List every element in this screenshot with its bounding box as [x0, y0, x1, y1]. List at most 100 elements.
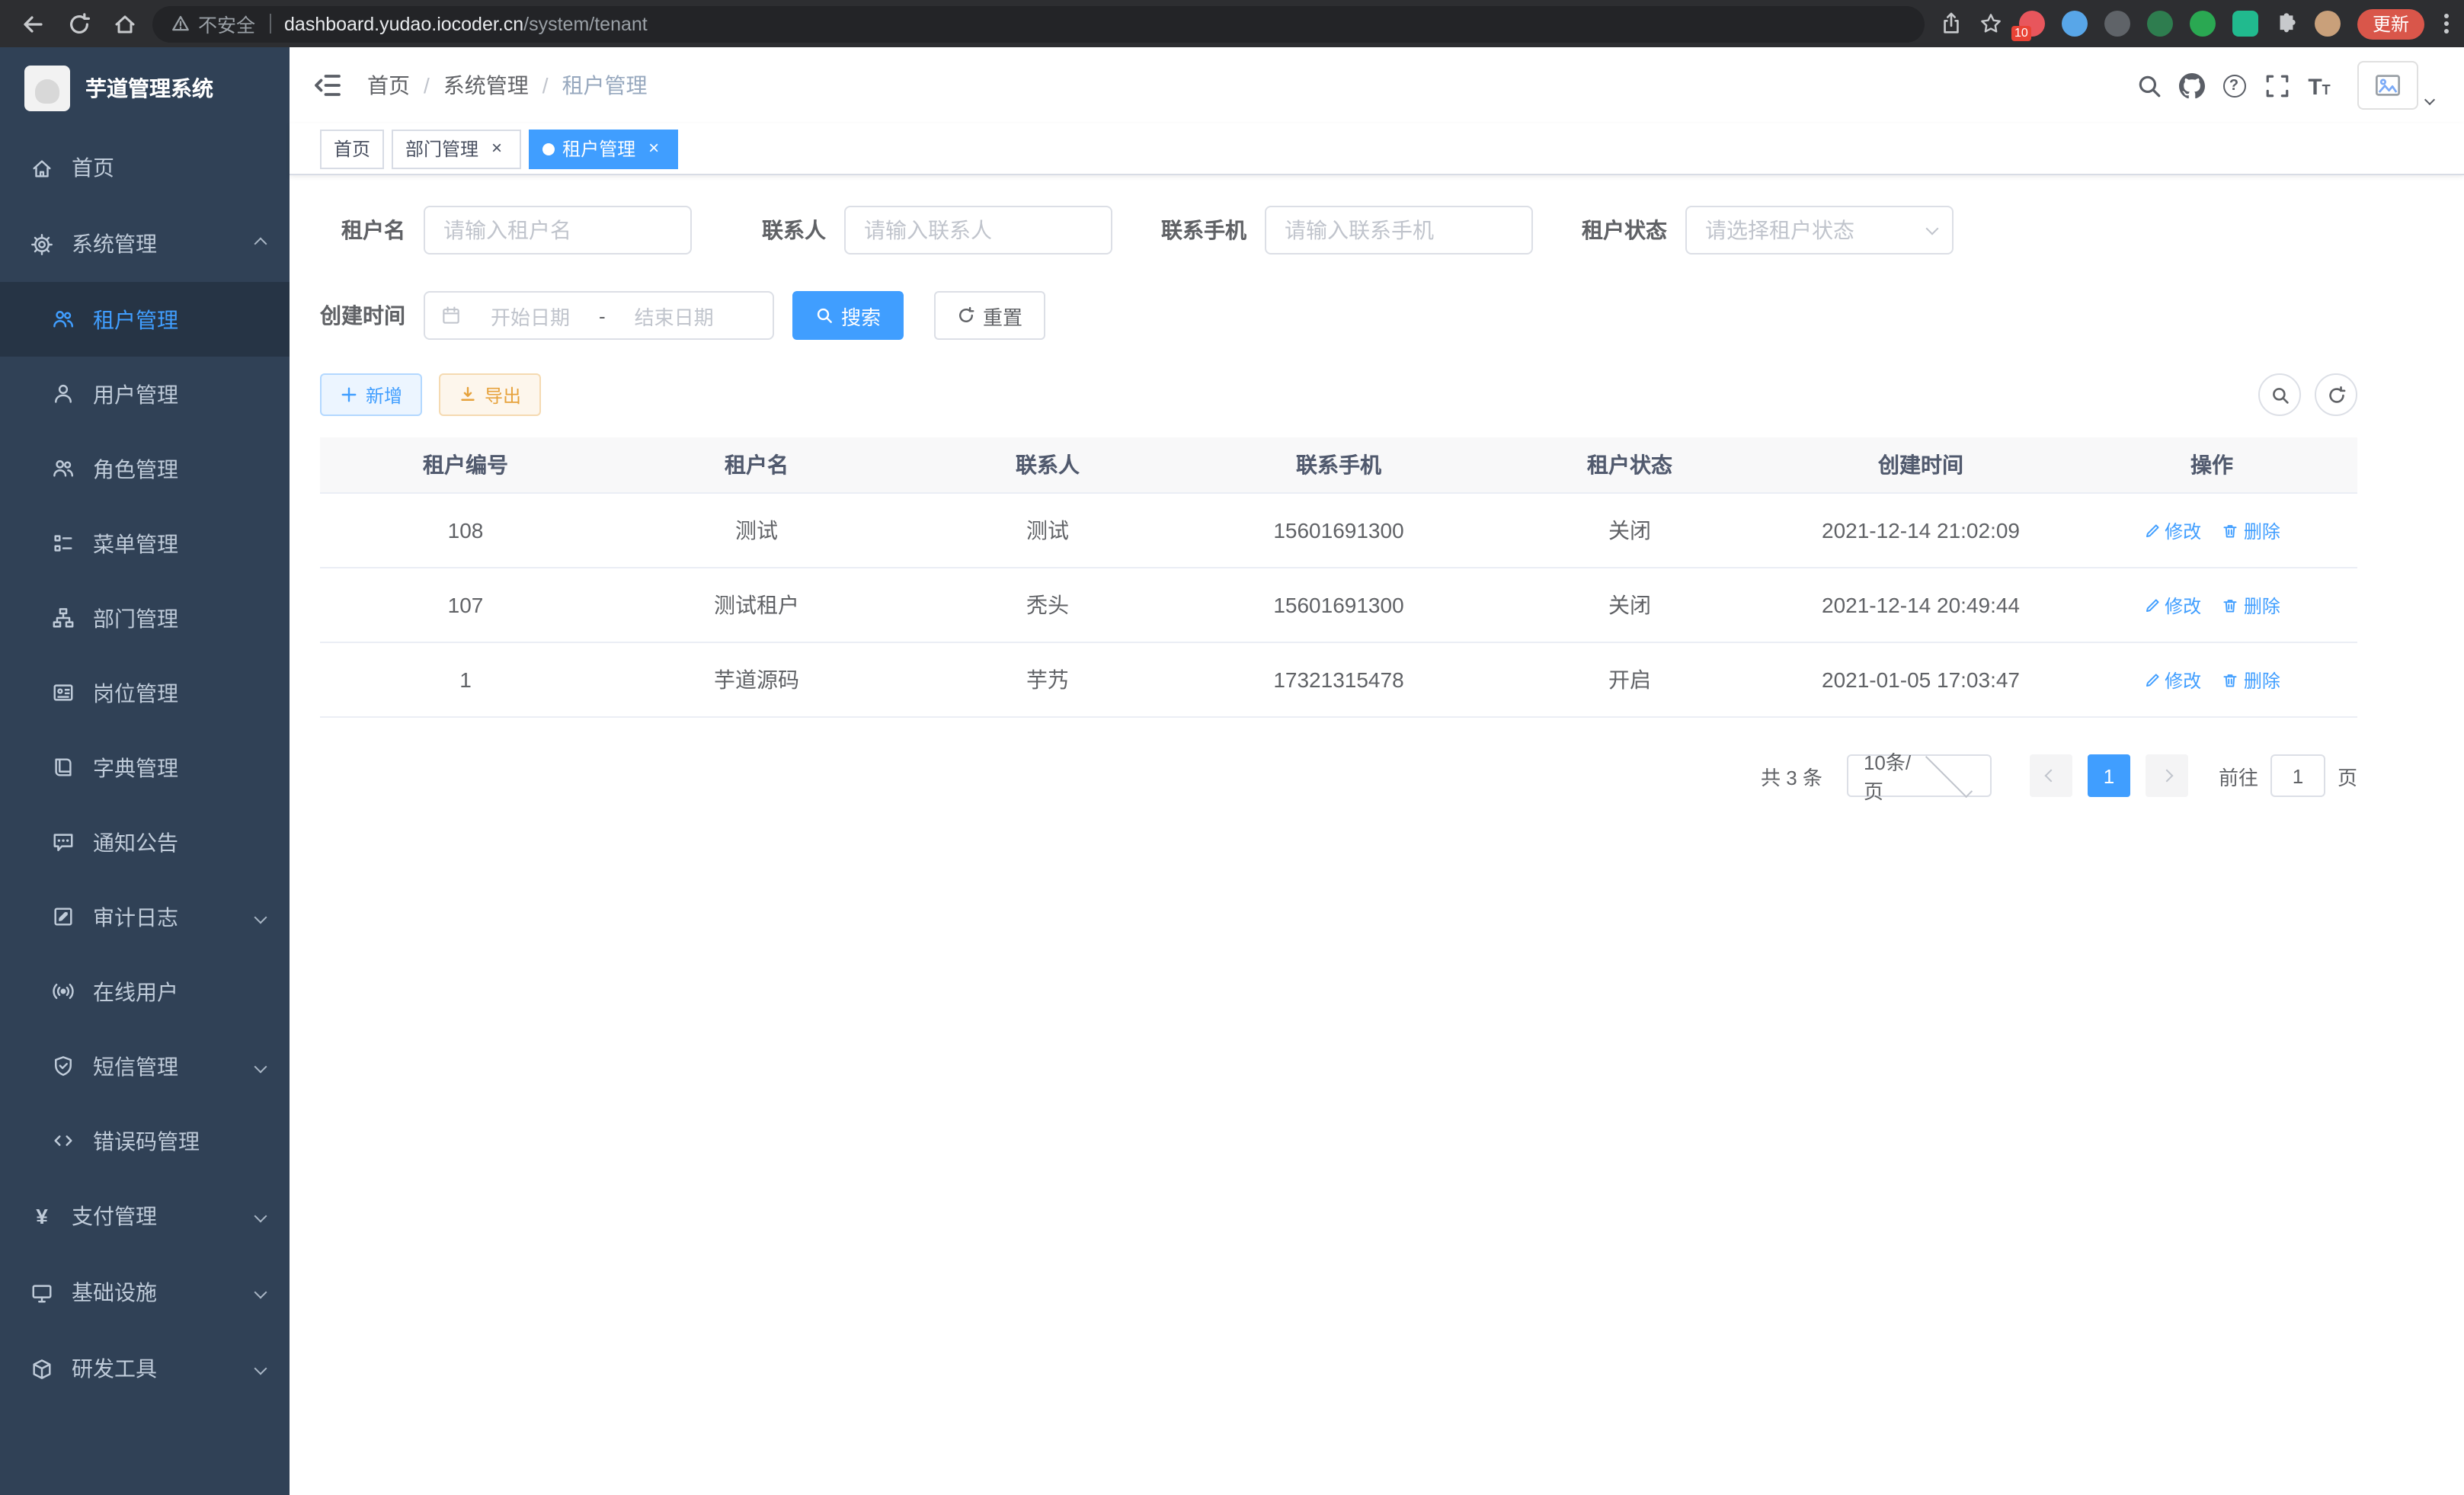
chevron-down-icon: [254, 1060, 267, 1073]
edit-icon: [2143, 597, 2160, 613]
fullscreen-icon[interactable]: [2263, 72, 2290, 99]
edit-link[interactable]: 修改: [2143, 667, 2201, 693]
extension-icon-2[interactable]: [2062, 11, 2088, 37]
phone-input[interactable]: [1265, 206, 1533, 255]
column-phone: 联系手机: [1193, 437, 1484, 493]
sidebar-item-menu[interactable]: 菜单管理: [0, 506, 290, 581]
extension-icon-6[interactable]: [2232, 11, 2258, 37]
delete-link[interactable]: 删除: [2222, 592, 2280, 618]
address-bar[interactable]: 不安全 dashboard.yudao.iocoder.cn/system/te…: [152, 5, 1925, 42]
user-avatar-menu[interactable]: [2357, 61, 2434, 110]
security-label[interactable]: 不安全: [198, 9, 255, 38]
extension-icon-4[interactable]: [2147, 11, 2173, 37]
page-label: 页: [2338, 761, 2357, 790]
pagination-total: 共 3 条: [1761, 761, 1822, 790]
header-search-icon[interactable]: [2135, 72, 2162, 99]
column-created: 创建时间: [1775, 437, 2066, 493]
chat-icon: [52, 831, 75, 853]
profile-avatar-icon[interactable]: [2315, 11, 2341, 37]
tab-dept[interactable]: 部门管理 ×: [392, 129, 521, 168]
sidebar-item-dept[interactable]: 部门管理: [0, 581, 290, 655]
extensions-puzzle-icon[interactable]: [2275, 12, 2298, 35]
refresh-table-button[interactable]: [2315, 373, 2357, 416]
github-icon[interactable]: [2178, 72, 2205, 99]
sidebar-item-home[interactable]: 首页: [0, 130, 290, 206]
toggle-search-button[interactable]: [2258, 373, 2301, 416]
close-icon[interactable]: ×: [486, 138, 507, 159]
browser-menu-icon[interactable]: [2444, 14, 2449, 34]
org-tree-icon: [52, 607, 75, 629]
chevron-down-icon: [254, 1210, 267, 1223]
gear-icon: [30, 232, 53, 255]
tenant-status-select[interactable]: 请选择租户状态: [1685, 206, 1954, 255]
goto-page-input[interactable]: [2270, 754, 2325, 797]
yen-icon: ¥: [30, 1205, 53, 1228]
edit-link[interactable]: 修改: [2143, 517, 2201, 543]
close-icon[interactable]: ×: [643, 138, 664, 159]
create-time-range-picker[interactable]: 开始日期 - 结束日期: [424, 291, 774, 340]
sidebar-item-devtools[interactable]: 研发工具: [0, 1330, 290, 1407]
reset-button[interactable]: 重置: [934, 291, 1045, 340]
tenant-name-input[interactable]: [424, 206, 692, 255]
extension-icon-3[interactable]: [2104, 11, 2130, 37]
next-page-button[interactable]: [2146, 754, 2188, 797]
contact-input[interactable]: [844, 206, 1112, 255]
phone-label: 联系手机: [1161, 215, 1265, 245]
breadcrumb-home[interactable]: 首页: [367, 70, 410, 101]
tab-home[interactable]: 首页: [320, 129, 384, 168]
sidebar-item-post[interactable]: 岗位管理: [0, 655, 290, 730]
add-button[interactable]: 新增: [320, 373, 422, 416]
app-logo[interactable]: 芋道管理系统: [0, 47, 290, 130]
sidebar-item-role[interactable]: 角色管理: [0, 431, 290, 506]
chevron-down-icon: [1925, 750, 1973, 797]
table-header-row: 租户编号 租户名 联系人 联系手机 租户状态 创建时间 操作: [320, 437, 2357, 493]
home-icon[interactable]: [113, 11, 137, 36]
download-icon: [459, 386, 477, 404]
page-number-button[interactable]: 1: [2088, 754, 2130, 797]
browser-toolbar: 不安全 dashboard.yudao.iocoder.cn/system/te…: [0, 0, 2464, 47]
sidebar-item-error-code[interactable]: 错误码管理: [0, 1103, 290, 1178]
help-icon[interactable]: ?: [2220, 72, 2248, 99]
page-size-select[interactable]: 10条/页: [1847, 754, 1992, 797]
refresh-icon: [957, 306, 975, 325]
reload-icon[interactable]: [67, 11, 91, 36]
sidebar-item-tenant[interactable]: 租户管理: [0, 282, 290, 357]
font-size-icon[interactable]: TT: [2306, 72, 2333, 99]
chevron-up-icon: [254, 238, 267, 251]
sidebar-item-audit-log[interactable]: 审计日志: [0, 879, 290, 954]
browser-update-button[interactable]: 更新: [2357, 8, 2424, 39]
breadcrumb-system[interactable]: 系统管理: [443, 70, 529, 101]
back-icon[interactable]: [21, 11, 46, 36]
edit-link[interactable]: 修改: [2143, 592, 2201, 618]
delete-link[interactable]: 删除: [2222, 667, 2280, 693]
sidebar-item-user[interactable]: 用户管理: [0, 357, 290, 431]
chevron-down-icon: [254, 911, 267, 924]
date-start-placeholder: 开始日期: [471, 301, 590, 330]
tabs-bar: 首页 部门管理 × 租户管理 ×: [290, 123, 2464, 175]
breadcrumb: 首页 / 系统管理 / 租户管理: [367, 70, 648, 101]
prev-page-button[interactable]: [2030, 754, 2072, 797]
page-content: 租户名 联系人 联系手机 租户状态 请选择租户状态: [290, 175, 2464, 1495]
sidebar-item-notice[interactable]: 通知公告: [0, 805, 290, 879]
bookmark-star-icon[interactable]: [1979, 12, 2002, 35]
chevron-down-icon: [254, 1286, 267, 1299]
extension-icon-1[interactable]: 10: [2019, 11, 2045, 37]
sidebar-item-dict[interactable]: 字典管理: [0, 730, 290, 805]
refresh-icon: [2326, 385, 2346, 405]
list-icon: [52, 532, 75, 555]
sidebar-item-payment[interactable]: ¥ 支付管理: [0, 1178, 290, 1254]
warning-icon: [171, 14, 190, 34]
tab-tenant[interactable]: 租户管理 ×: [529, 129, 678, 168]
sidebar-item-sms[interactable]: 短信管理: [0, 1029, 290, 1103]
sidebar-item-system[interactable]: 系统管理: [0, 206, 290, 282]
extension-icon-5[interactable]: [2190, 11, 2216, 37]
delete-link[interactable]: 删除: [2222, 517, 2280, 543]
hamburger-icon[interactable]: [312, 70, 343, 101]
export-button[interactable]: 导出: [439, 373, 541, 416]
sidebar: 芋道管理系统 首页 系统管理 租户管理 用户管理 角色管理: [0, 47, 290, 1495]
id-card-icon: [52, 681, 75, 704]
sidebar-item-online-user[interactable]: 在线用户: [0, 954, 290, 1029]
search-button[interactable]: 搜索: [792, 291, 904, 340]
sidebar-item-infra[interactable]: 基础设施: [0, 1254, 290, 1330]
share-icon[interactable]: [1940, 12, 1963, 35]
